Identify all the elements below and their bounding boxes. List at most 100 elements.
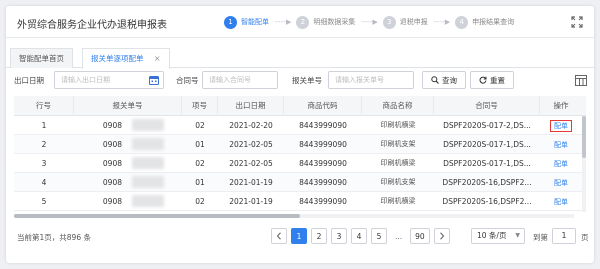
item-no-cell: 01 (195, 178, 205, 187)
step-number: 2 (296, 15, 310, 29)
row-number: 2 (41, 140, 47, 149)
contract-cell: DSPF2020S-16,DSPF2... (442, 197, 532, 206)
step-label: 退税申报 (399, 18, 428, 26)
step-1[interactable]: 1 智能配单 (224, 15, 269, 29)
row-number: 1 (41, 121, 47, 130)
customs-no-cell: 0908 (102, 159, 122, 168)
match-button[interactable]: 配单 (550, 120, 572, 132)
customs-no-input[interactable]: 请输入报关单号 (328, 71, 414, 89)
page-ellipsis[interactable]: ... (391, 228, 406, 244)
page-button[interactable]: 3 (331, 228, 347, 244)
match-button[interactable]: 配单 (554, 198, 568, 206)
export-date-cell: 2021-02-20 (229, 121, 273, 130)
table-row[interactable]: 2 0908 01 2021-02-05 8443999090 印刷机支架 DS… (14, 135, 586, 154)
customs-table: 行号 报关单号 项号 出口日期 商品代码 商品名称 合同号 操作 1 0908 … (14, 96, 586, 214)
scrollbar-thumb[interactable] (582, 116, 586, 158)
tab-customs-matching[interactable]: 报关单逐项配单 × (82, 48, 170, 69)
export-date-label: 出口日期 (14, 76, 44, 85)
export-date-input[interactable]: 请输入出口日期 (54, 71, 164, 89)
table-row[interactable]: 3 0908 02 2021-02-05 8443999090 印刷机横梁 DS… (14, 154, 586, 173)
page-size-select[interactable]: 10 条/页 ▼ (471, 228, 525, 244)
calendar-icon[interactable] (149, 75, 159, 85)
page-button[interactable]: 4 (351, 228, 367, 244)
page-size-value: 10 条/页 (477, 231, 507, 240)
close-icon[interactable]: × (154, 54, 161, 63)
column-header[interactable]: 商品名称 (362, 96, 434, 116)
column-header[interactable]: 商品代码 (284, 96, 362, 116)
contract-cell: DSPF2020S-017-1,DS... (443, 159, 531, 168)
row-number: 3 (41, 159, 47, 168)
product-name-cell: 印刷机横梁 (380, 159, 416, 167)
reset-button[interactable]: 重置 (470, 71, 514, 89)
chevron-right-icon (439, 232, 444, 240)
query-button[interactable]: 查询 (422, 71, 466, 89)
contract-cell: DSPF2020S-017-2,DS... (443, 121, 531, 130)
customs-no-cell: 0908 (102, 178, 122, 187)
match-button[interactable]: 配单 (554, 179, 568, 187)
step-label: 申报结果查询 (472, 18, 515, 26)
row-number: 5 (41, 197, 47, 206)
tab-bar: 智能配单首页 报关单逐项配单 × (6, 46, 594, 69)
next-page-button[interactable] (433, 228, 450, 244)
redacted-mask (132, 157, 164, 169)
match-button[interactable]: 配单 (554, 141, 568, 149)
query-label: 查询 (442, 75, 457, 85)
item-no-cell: 01 (195, 140, 205, 149)
item-no-cell: 02 (195, 121, 205, 130)
column-header[interactable]: 报关单号 (74, 96, 182, 116)
column-header[interactable]: 合同号 (434, 96, 540, 116)
product-name-cell: 印刷机横梁 (380, 121, 416, 129)
step-4[interactable]: 4 申报结果查询 (455, 15, 514, 29)
redacted-mask (132, 138, 164, 150)
page-button[interactable]: 5 (371, 228, 387, 244)
tab-label: 智能配单首页 (19, 54, 64, 63)
prev-page-button[interactable] (271, 228, 287, 244)
customs-no-cell: 0908 (102, 140, 122, 149)
chevron-left-icon (276, 232, 281, 240)
page-button[interactable]: 1 (291, 228, 307, 244)
contract-cell: DSPF2020S-16,DSPF2... (442, 178, 532, 187)
customs-no-placeholder: 请输入报关单号 (335, 76, 384, 84)
goto-label: 到第 (533, 233, 548, 242)
product-name-cell: 印刷机横梁 (380, 197, 416, 205)
column-header[interactable]: 操作 (540, 96, 582, 116)
step-2[interactable]: 2 明细数据采集 (296, 15, 355, 29)
page-button[interactable]: 90 (410, 228, 430, 244)
contract-input[interactable]: 请输入合同号 (202, 71, 278, 89)
search-icon (431, 76, 439, 84)
column-header[interactable]: 出口日期 (218, 96, 284, 116)
table-row[interactable]: 1 0908 02 2021-02-20 8443999090 印刷机横梁 DS… (14, 116, 586, 135)
table-row[interactable]: 5 0908 02 2021-01-19 8443999090 印刷机横梁 DS… (14, 192, 586, 211)
pager: 1 2 3 4 5 ... 90 (271, 228, 450, 244)
row-number: 4 (41, 178, 47, 187)
customs-no-label: 报关单号 (292, 76, 322, 85)
product-code-cell: 8443999090 (299, 197, 347, 206)
header-bar: 外贸综合服务企业代办退税申报表 1 智能配单 - - - - ▶ 2 明细数据采… (6, 6, 594, 38)
column-header[interactable]: 项号 (182, 96, 218, 116)
goto-page-input[interactable]: 1 (552, 228, 576, 244)
fullscreen-icon[interactable] (571, 16, 583, 28)
redacted-mask (132, 176, 164, 188)
product-name-cell: 印刷机支架 (380, 178, 416, 186)
step-number: 3 (382, 15, 396, 29)
tab-home[interactable]: 智能配单首页 (10, 48, 73, 68)
column-header[interactable]: 行号 (14, 96, 74, 116)
pagination-bar: 当前第1页，共896 条 1 2 3 4 5 ... 90 10 条/页 ▼ 到… (6, 222, 594, 252)
product-code-cell: 8443999090 (299, 140, 347, 149)
product-code-cell: 8443999090 (299, 121, 347, 130)
step-arrow: - - - - ▶ (433, 18, 450, 26)
step-arrow: - - - - ▶ (361, 18, 377, 26)
step-3[interactable]: 3 退税申报 (382, 15, 428, 29)
page-button[interactable]: 2 (311, 228, 327, 244)
page-suffix: 页 (581, 233, 589, 242)
chevron-down-icon: ▼ (515, 232, 520, 239)
table-row[interactable]: 4 0908 01 2021-01-19 8443999090 印刷机支架 DS… (14, 173, 586, 192)
scrollbar-thumb[interactable] (14, 214, 300, 218)
redacted-mask (132, 119, 164, 131)
step-number: 1 (224, 15, 237, 29)
step-label: 明细数据采集 (313, 18, 356, 26)
match-button[interactable]: 配单 (554, 160, 568, 168)
column-settings-icon[interactable] (575, 75, 587, 86)
vertical-scrollbar[interactable] (582, 116, 586, 212)
horizontal-scrollbar[interactable] (14, 214, 574, 218)
